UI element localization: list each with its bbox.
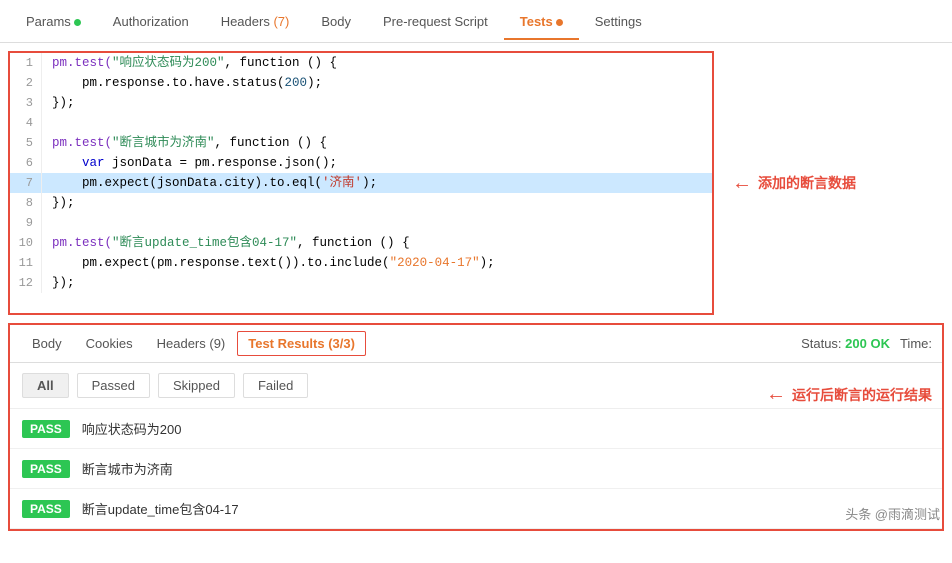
pass-badge: PASS — [22, 420, 70, 438]
resp-tab-cookies[interactable]: Cookies — [74, 328, 145, 359]
pass-badge: PASS — [22, 500, 70, 518]
result-description: 断言城市为济南 — [82, 459, 173, 478]
tab-headers[interactable]: Headers (7) — [205, 4, 306, 39]
top-annotation-text: 添加的断言数据 — [758, 173, 856, 193]
pass-badge: PASS — [22, 460, 70, 478]
code-editor[interactable]: 1pm.test("响应状态码为200", function () {2 pm.… — [8, 51, 714, 315]
line-content — [42, 113, 52, 133]
test-results-list: PASS 响应状态码为200 PASS 断言城市为济南 PASS 断言update_tim… — [10, 409, 942, 529]
line-number: 1 — [10, 53, 42, 73]
line-content: pm.test("断言update_time包含04-17", function… — [42, 233, 410, 253]
filter-all[interactable]: All — [22, 373, 69, 398]
line-number: 10 — [10, 233, 42, 253]
main-content-area: 1pm.test("响应状态码为200", function () {2 pm.… — [0, 43, 952, 323]
result-description: 断言update_time包含04-17 — [82, 499, 239, 518]
line-number: 11 — [10, 253, 42, 273]
code-line-2: 2 pm.response.to.have.status(200); — [10, 73, 712, 93]
bottom-arrow-icon: ← — [766, 383, 786, 406]
time-label: Time: — [900, 336, 932, 351]
code-line-5: 5pm.test("断言城市为济南", function () { — [10, 133, 712, 153]
response-area: Body Cookies Headers (9) Test Results (3… — [8, 323, 944, 531]
code-line-3: 3}); — [10, 93, 712, 113]
top-tab-bar: Params Authorization Headers (7) Body Pr… — [0, 0, 952, 43]
code-line-9: 9 — [10, 213, 712, 233]
filter-skipped[interactable]: Skipped — [158, 373, 235, 398]
code-line-4: 4 — [10, 113, 712, 133]
tab-body[interactable]: Body — [305, 4, 367, 39]
line-number: 8 — [10, 193, 42, 213]
top-annotation-area: ← 添加的断言数据 — [722, 43, 952, 323]
bottom-annotation: ← 运行后断言的运行结果 — [766, 383, 932, 406]
top-annotation: ← 添加的断言数据 — [732, 172, 856, 195]
tab-settings[interactable]: Settings — [579, 4, 658, 39]
code-line-11: 11 pm.expect(pm.response.text()).to.incl… — [10, 253, 712, 273]
line-number: 6 — [10, 153, 42, 173]
line-number: 12 — [10, 273, 42, 293]
bottom-annotation-text: 运行后断言的运行结果 — [792, 385, 932, 405]
response-status-bar: Status: 200 OK Time: — [801, 336, 932, 351]
tab-prerequest[interactable]: Pre-request Script — [367, 4, 504, 39]
response-tab-bar: Body Cookies Headers (9) Test Results (3… — [10, 325, 942, 363]
line-content — [42, 213, 52, 233]
arrow-left-icon: ← — [732, 172, 752, 195]
filter-passed[interactable]: Passed — [77, 373, 150, 398]
result-description: 响应状态码为200 — [82, 419, 182, 438]
code-line-10: 10pm.test("断言update_time包含04-17", functi… — [10, 233, 712, 253]
line-number: 2 — [10, 73, 42, 93]
tab-tests[interactable]: Tests — [504, 4, 579, 39]
line-content: pm.test("断言城市为济南", function () { — [42, 133, 327, 153]
tab-params[interactable]: Params — [10, 4, 97, 39]
code-line-8: 8}); — [10, 193, 712, 213]
code-line-6: 6 var jsonData = pm.response.json(); — [10, 153, 712, 173]
tab-authorization[interactable]: Authorization — [97, 4, 205, 39]
watermark: 头条 @雨滴测试 — [845, 504, 940, 523]
response-wrapper: Body Cookies Headers (9) Test Results (3… — [0, 323, 952, 531]
line-content: pm.expect(jsonData.city).to.eql('济南'); — [42, 173, 377, 193]
test-result-row: PASS 响应状态码为200 — [10, 409, 942, 449]
line-number: 7 — [10, 173, 42, 193]
code-line-1: 1pm.test("响应状态码为200", function () { — [10, 53, 712, 73]
line-content: }); — [42, 193, 75, 213]
line-content: pm.response.to.have.status(200); — [42, 73, 322, 93]
line-content: pm.test("响应状态码为200", function () { — [42, 53, 337, 73]
line-number: 9 — [10, 213, 42, 233]
resp-tab-test-results[interactable]: Test Results (3/3) — [237, 331, 366, 356]
resp-tab-body[interactable]: Body — [20, 328, 74, 359]
line-content: }); — [42, 93, 75, 113]
line-content: var jsonData = pm.response.json(); — [42, 153, 337, 173]
code-line-7: 7 pm.expect(jsonData.city).to.eql('济南'); — [10, 173, 712, 193]
filter-failed[interactable]: Failed — [243, 373, 308, 398]
code-line-12: 12}); — [10, 273, 712, 293]
line-number: 5 — [10, 133, 42, 153]
line-content: }); — [42, 273, 75, 293]
line-content: pm.expect(pm.response.text()).to.include… — [42, 253, 495, 273]
tests-dot — [556, 19, 563, 26]
line-number: 4 — [10, 113, 42, 133]
status-value: 200 OK — [845, 336, 890, 351]
line-number: 3 — [10, 93, 42, 113]
test-result-row: PASS 断言update_time包含04-17 — [10, 489, 942, 529]
resp-tab-headers[interactable]: Headers (9) — [145, 328, 238, 359]
params-dot — [74, 19, 81, 26]
test-result-row: PASS 断言城市为济南 — [10, 449, 942, 489]
